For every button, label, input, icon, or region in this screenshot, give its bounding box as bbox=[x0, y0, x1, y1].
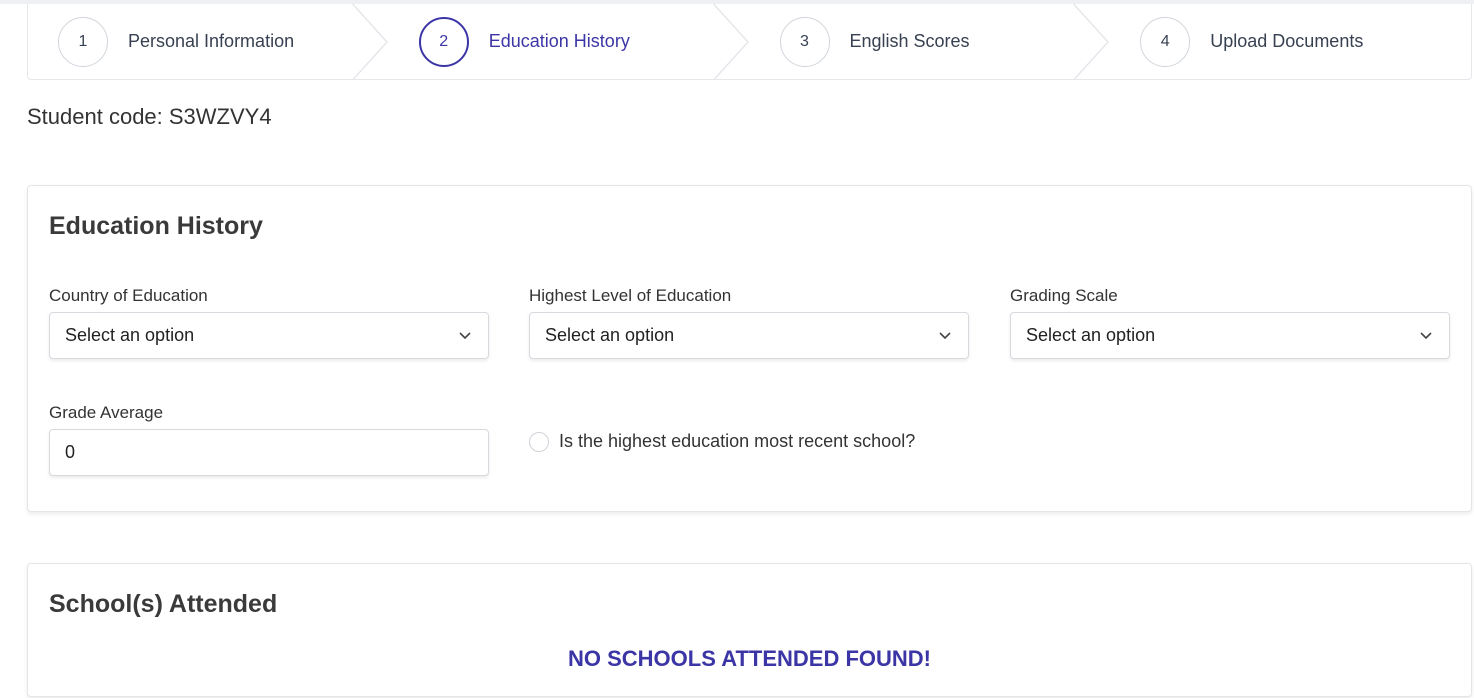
select-value: Select an option bbox=[65, 325, 195, 345]
progress-stepper: 1 Personal Information 2 Education Histo… bbox=[27, 4, 1472, 80]
step-label: English Scores bbox=[849, 31, 970, 51]
schools-attended-panel: School(s) Attended NO SCHOOLS ATTENDED F… bbox=[27, 563, 1472, 697]
step-education-history[interactable]: 2 Education History bbox=[389, 4, 750, 79]
country-select[interactable]: Select an option bbox=[49, 312, 489, 359]
select-value: Select an option bbox=[545, 325, 675, 345]
student-code: Student code: S3WZVY4 bbox=[27, 104, 272, 129]
grading-scale-label: Grading Scale bbox=[1010, 286, 1118, 305]
recent-school-label: Is the highest education most recent sch… bbox=[559, 431, 916, 451]
step-number: 4 bbox=[1140, 16, 1191, 67]
chevron-separator-icon bbox=[351, 4, 388, 79]
recent-school-radio[interactable] bbox=[529, 431, 549, 452]
panel-title: School(s) Attended bbox=[49, 590, 278, 618]
panel-title: Education History bbox=[49, 212, 263, 240]
step-number: 1 bbox=[58, 16, 108, 67]
step-number: 2 bbox=[418, 16, 469, 67]
chevron-down-icon bbox=[939, 332, 951, 340]
grade-average-input[interactable] bbox=[49, 429, 489, 476]
recent-school-option[interactable]: Is the highest education most recent sch… bbox=[529, 431, 915, 452]
chevron-down-icon bbox=[459, 332, 471, 340]
step-label: Upload Documents bbox=[1210, 31, 1364, 51]
step-label: Education History bbox=[488, 31, 630, 51]
country-label: Country of Education bbox=[49, 286, 208, 305]
level-label: Highest Level of Education bbox=[529, 286, 732, 305]
education-level-select[interactable]: Select an option bbox=[529, 312, 969, 359]
select-value: Select an option bbox=[1026, 325, 1156, 345]
grading-scale-select[interactable]: Select an option bbox=[1010, 312, 1450, 359]
education-history-panel: Education History Country of Education S… bbox=[27, 185, 1472, 512]
grade-average-label: Grade Average bbox=[49, 403, 164, 422]
step-label: Personal Information bbox=[128, 31, 295, 51]
empty-state-message: NO SCHOOLS ATTENDED FOUND! bbox=[568, 646, 931, 671]
chevron-separator-icon bbox=[1072, 4, 1110, 79]
chevron-down-icon bbox=[1420, 332, 1432, 340]
step-number: 3 bbox=[779, 16, 830, 67]
step-upload-documents[interactable]: 4 Upload Documents bbox=[1110, 4, 1471, 79]
chevron-separator-icon bbox=[712, 4, 749, 79]
step-personal-information[interactable]: 1 Personal Information bbox=[28, 4, 389, 79]
step-english-scores[interactable]: 3 English Scores bbox=[750, 4, 1111, 79]
